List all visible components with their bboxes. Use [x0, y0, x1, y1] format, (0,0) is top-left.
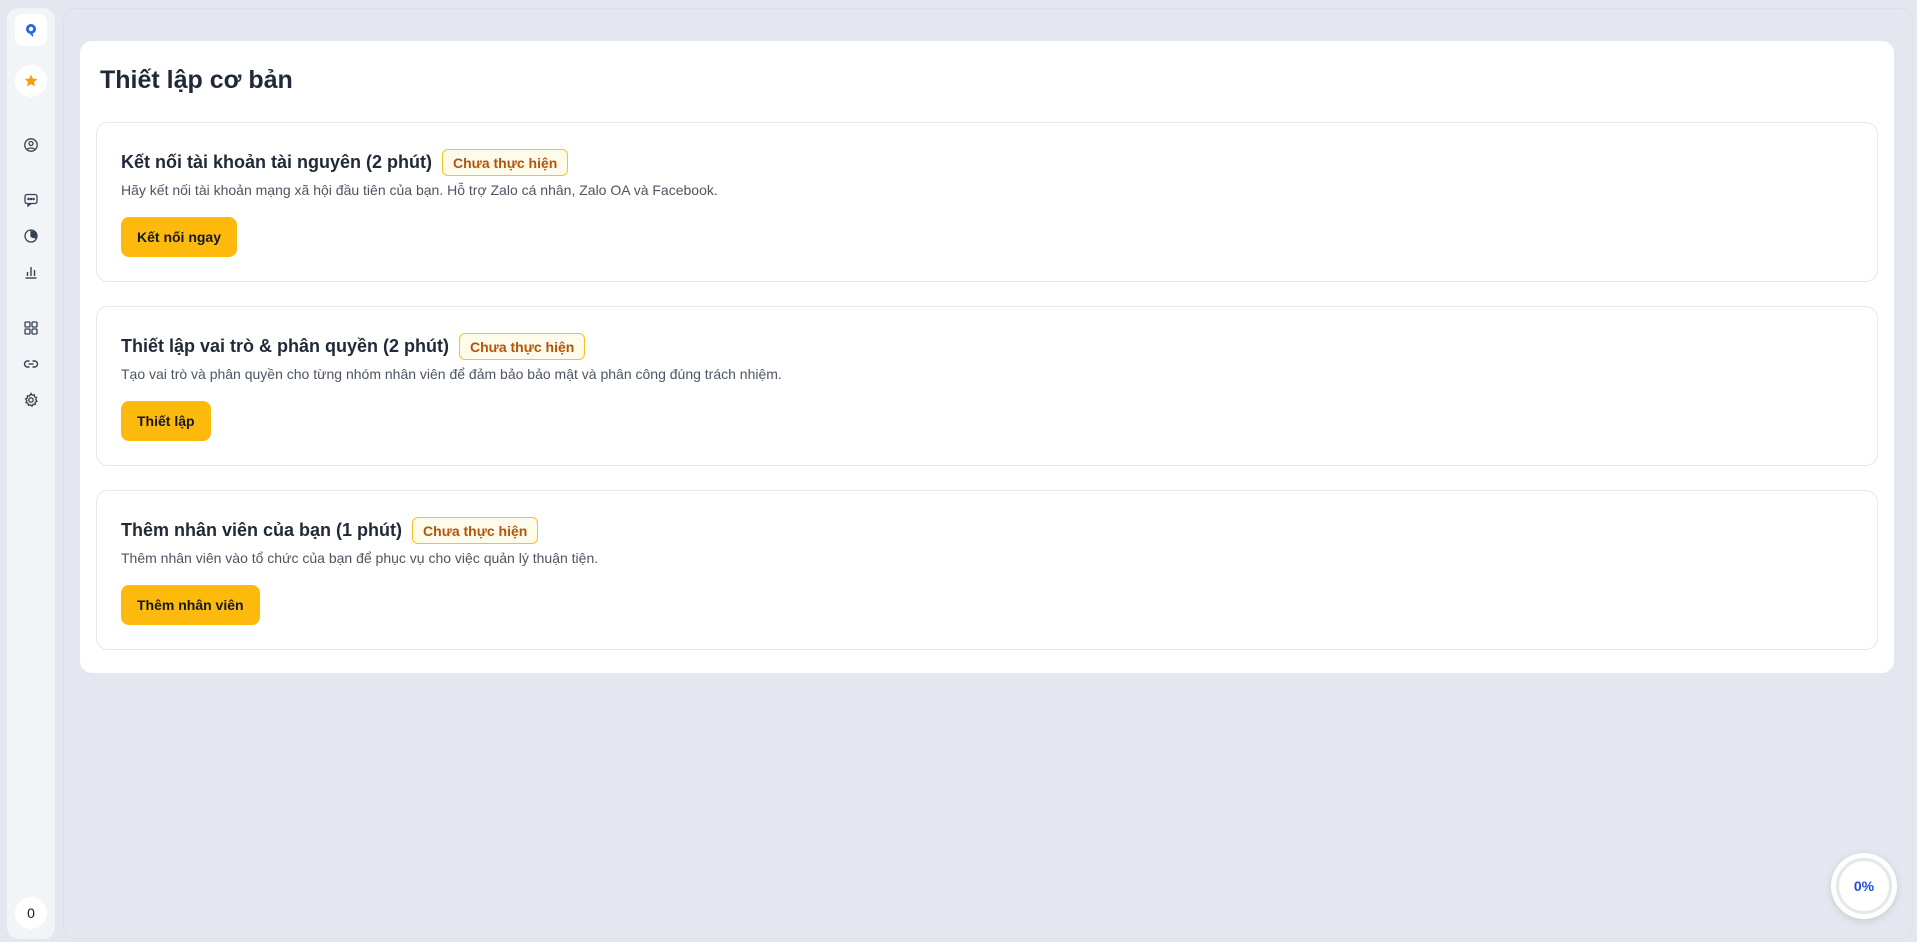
step-title: Kết nối tài khoản tài nguyên (2 phút) — [121, 152, 433, 172]
step-description: Hãy kết nối tài khoản mạng xã hội đầu ti… — [121, 182, 718, 198]
setup-progress-indicator[interactable]: 0% — [1831, 853, 1897, 919]
progress-label: 0% — [1853, 878, 1875, 894]
logo-icon[interactable] — [15, 14, 47, 46]
setup-step-card: Kết nối tài khoản tài nguyên (2 phút) Ch… — [96, 122, 1878, 282]
setup-step-card: Thêm nhân viên của bạn (1 phút) Chưa thự… — [96, 490, 1878, 650]
chat-icon[interactable] — [15, 184, 47, 216]
gear-icon[interactable] — [15, 384, 47, 416]
page-title: Thiết lập cơ bản — [100, 66, 293, 94]
status-badge: Chưa thực hiện — [442, 149, 569, 176]
pie-chart-icon[interactable] — [15, 220, 47, 252]
step-description: Tạo vai trò và phân quyền cho từng nhóm … — [121, 366, 782, 382]
notification-counter[interactable]: 0 — [15, 897, 47, 929]
status-badge: Chưa thực hiện — [412, 517, 539, 544]
star-icon[interactable] — [15, 65, 47, 97]
setup-roles-button[interactable]: Thiết lập — [121, 401, 211, 441]
apps-grid-icon[interactable] — [15, 312, 47, 344]
sidebar: 0 — [7, 8, 55, 939]
step-description: Thêm nhân viên vào tổ chức của bạn để ph… — [121, 550, 599, 566]
status-badge: Chưa thực hiện — [459, 333, 586, 360]
bar-chart-icon[interactable] — [15, 256, 47, 288]
step-title: Thiết lập vai trò & phân quyền (2 phút) — [121, 336, 450, 356]
setup-panel: Thiết lập cơ bản Kết nối tài khoản tài n… — [80, 41, 1894, 673]
link-icon[interactable] — [15, 348, 47, 380]
step-title: Thêm nhân viên của bạn (1 phút) — [121, 520, 403, 540]
add-employee-button[interactable]: Thêm nhân viên — [121, 585, 260, 625]
connect-now-button[interactable]: Kết nối ngay — [121, 217, 238, 257]
user-circle-icon[interactable] — [15, 129, 47, 161]
setup-step-card: Thiết lập vai trò & phân quyền (2 phút) … — [96, 306, 1878, 466]
